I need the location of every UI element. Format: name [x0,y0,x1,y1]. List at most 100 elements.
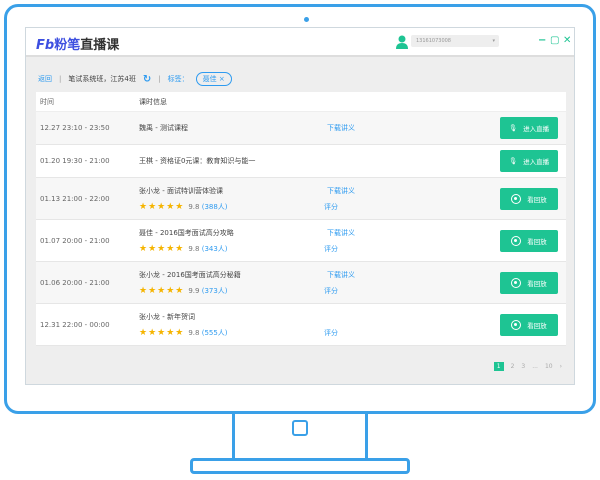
score: 9.8 [188,203,199,211]
logo: Fb粉笔直播课 [36,34,119,53]
download-notes-link[interactable]: 下载讲义 [324,225,494,241]
back-link[interactable]: 返回 [38,74,52,84]
rating-count: (343人) [202,245,228,253]
review-link[interactable]: 评分 [324,199,494,215]
lesson-info: 张小龙 - 2016国考面试高分秘籍 ★★★★★ 9.9 (373人) [139,267,324,299]
app-window: Fb粉笔直播课 13161073008 ▾ − ▢ ✕ 返回 | 笔试系统班，江苏4… [25,27,575,385]
breadcrumb: 返回 | 笔试系统班，江苏4班 ↻ | 标签： 聂佳 × [38,72,232,86]
logo-fb: Fb [36,38,54,53]
minimize-button[interactable]: − [538,35,546,46]
review-link[interactable]: 评分 [324,325,494,341]
refresh-icon[interactable]: ↻ [143,74,151,85]
review-link[interactable]: 评分 [324,283,494,299]
header-info: 课时信息 [139,94,324,110]
monitor-slot [292,420,308,436]
score: 9.8 [188,245,199,253]
score: 9.8 [188,329,199,337]
lesson-links: 下载讲义评分 [324,267,494,299]
play-circle-icon [511,320,521,330]
replay-button[interactable]: 看回放 [500,272,558,294]
monitor-base [190,458,410,474]
star-rating: ★★★★★ [139,244,184,254]
header-time: 时间 [36,97,139,107]
logo-product: 直播课 [80,38,119,53]
replay-button[interactable]: 看回放 [500,314,558,336]
enter-live-button[interactable]: 🎙 进入直播 [500,150,558,172]
table-row: 01.13 21:00 - 22:00张小龙 - 面试特训营体验课 ★★★★★ 9.… [36,178,566,220]
lesson-info: 聂佳 - 2016国考面试高分攻略 ★★★★★ 9.8 (343人) [139,225,324,257]
lesson-title: 聂佳 - 2016国考面试高分攻略 [139,225,324,241]
enter-live-button[interactable]: 🎙 进入直播 [500,117,558,139]
review-link[interactable]: 评分 [324,241,494,257]
tag-close-icon[interactable]: × [219,75,225,83]
microphone-icon: 🎙 [509,124,517,132]
download-notes-link[interactable]: 下载讲义 [324,183,494,199]
tag-chip[interactable]: 聂佳 × [196,72,232,86]
lesson-title: 张小龙 - 面试特训营体验课 [139,183,324,199]
table-row: 01.07 20:00 - 21:00聂佳 - 2016国考面试高分攻略 ★★★★… [36,220,566,262]
user-account: 13161073008 [416,38,451,44]
lesson-time: 01.06 20:00 - 21:00 [36,279,139,287]
play-circle-icon [511,194,521,204]
lesson-time: 01.20 19:30 - 21:00 [36,157,139,165]
download-notes-link[interactable] [324,153,494,169]
lesson-links: 下载讲义评分 [324,225,494,257]
button-label: 看回放 [527,278,547,288]
lesson-title: 王棋 - 资格证0元课：教育知识与能一 [139,153,324,169]
score: 9.9 [188,287,199,295]
replay-button[interactable]: 看回放 [500,230,558,252]
button-label: 进入直播 [523,156,549,166]
download-notes-link[interactable]: 下载讲义 [324,267,494,283]
lesson-links: 下载讲义 [324,120,494,136]
microphone-icon: 🎙 [509,157,517,165]
download-notes-link[interactable] [324,309,494,325]
play-circle-icon [511,236,521,246]
table-row: 01.06 20:00 - 21:00张小龙 - 2016国考面试高分秘籍 ★★★… [36,262,566,304]
button-label: 看回放 [527,236,547,246]
camera-dot [304,17,309,22]
user-icon [396,35,408,49]
lesson-time: 01.13 21:00 - 22:00 [36,195,139,203]
pagination: 123... 10 › [494,362,562,371]
maximize-button[interactable]: ▢ [550,35,559,46]
page-2[interactable]: 2 [511,363,515,370]
lesson-title: 张小龙 - 2016国考面试高分秘籍 [139,267,324,283]
chevron-down-icon: ▾ [492,38,495,44]
table-row: 12.31 22:00 - 00:00张小龙 - 新年贺词★★★★★9.8 (5… [36,304,566,346]
lesson-title: 张小龙 - 新年贺词 [139,309,324,325]
button-label: 看回放 [527,194,547,204]
button-label: 看回放 [527,320,547,330]
divider: | [59,75,61,83]
class-label: 笔试系统班，江苏4班 [68,74,135,84]
download-notes-link[interactable]: 下载讲义 [324,120,494,136]
table-row: 01.20 19:30 - 21:00王棋 - 资格证0元课：教育知识与能一 🎙 进… [36,145,566,178]
lesson-links: 下载讲义评分 [324,183,494,215]
lesson-info: 张小龙 - 新年贺词★★★★★9.8 (555人) [139,309,324,341]
close-button[interactable]: ✕ [563,35,571,46]
button-label: 进入直播 [523,123,549,133]
lesson-links [324,153,494,169]
title-bar: Fb粉笔直播课 13161073008 ▾ − ▢ ✕ [26,28,574,57]
star-rating: ★★★★★ [139,202,184,212]
tag-label: 标签： [168,74,189,84]
rating-count: (373人) [202,287,228,295]
lesson-table: 时间课时信息 12.27 23:10 - 23:50魏禹 - 测试课程下载讲义🎙… [36,92,566,346]
play-circle-icon [511,278,521,288]
page-10[interactable]: 10 [545,363,553,370]
lesson-info: 张小龙 - 面试特训营体验课★★★★★9.8 (388人) [139,183,324,215]
page-ellipsis: ... [532,363,538,370]
page-1[interactable]: 1 [494,362,504,371]
lesson-time: 01.07 20:00 - 21:00 [36,237,139,245]
table-header: 时间课时信息 [36,92,566,112]
lesson-time: 12.27 23:10 - 23:50 [36,124,139,132]
lesson-info: 王棋 - 资格证0元课：教育知识与能一 [139,153,324,169]
star-rating: ★★★★★ [139,286,184,296]
divider: | [158,75,160,83]
next-page-icon[interactable]: › [560,363,562,370]
star-rating: ★★★★★ [139,328,184,338]
page-3[interactable]: 3 [521,363,525,370]
user-select[interactable]: 13161073008 ▾ [411,35,499,47]
replay-button[interactable]: 看回放 [500,188,558,210]
table-row: 12.27 23:10 - 23:50魏禹 - 测试课程下载讲义🎙进入直播 [36,112,566,145]
lesson-links: 评分 [324,309,494,341]
